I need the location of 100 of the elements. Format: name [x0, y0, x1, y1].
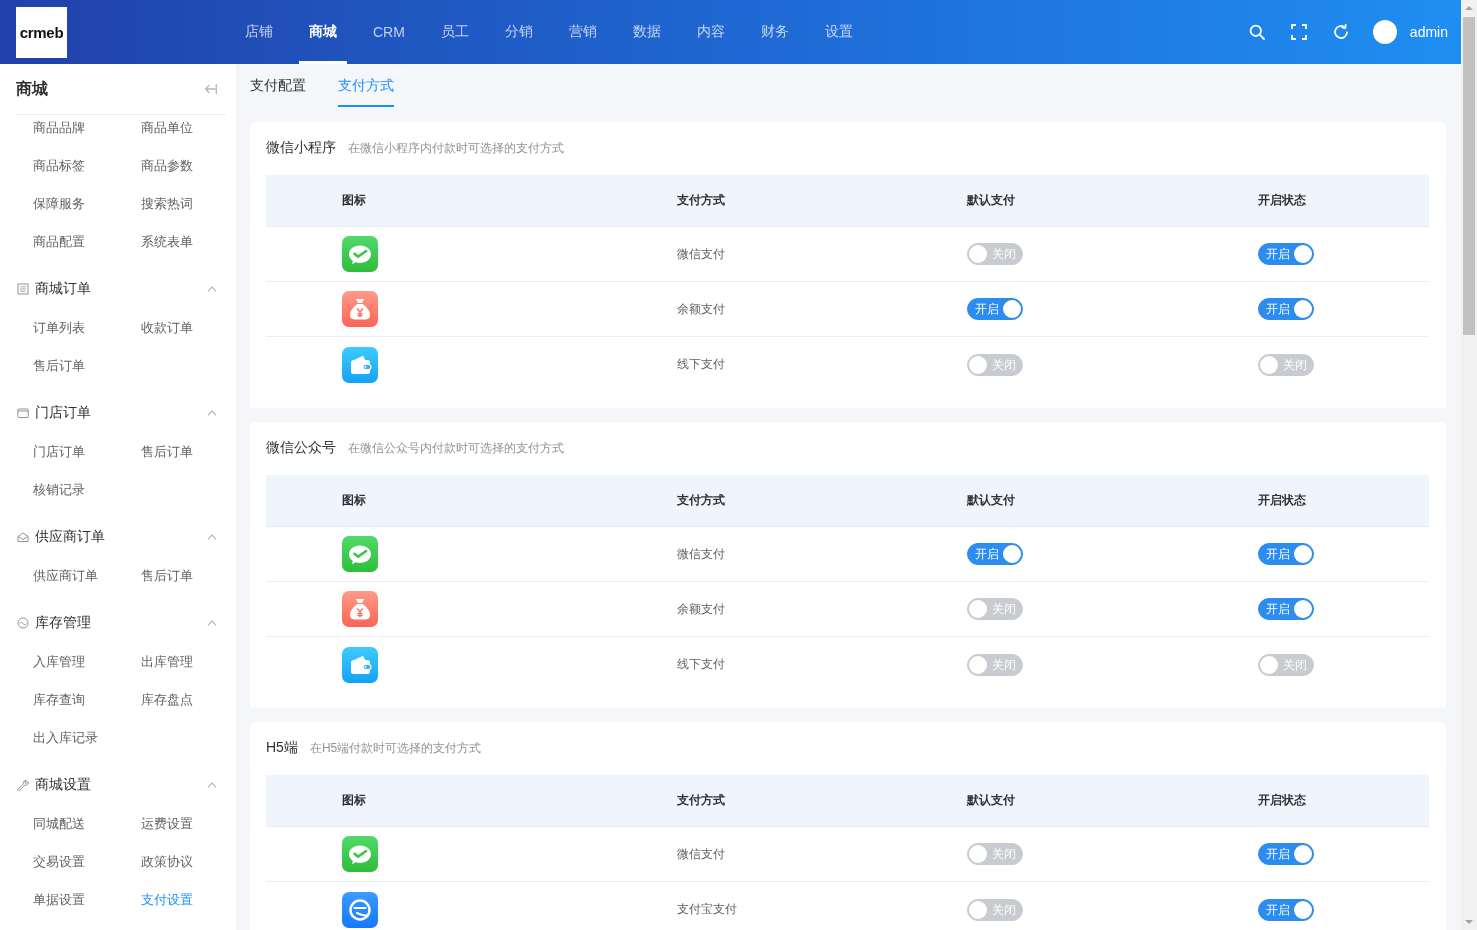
- toggle-switch[interactable]: 开启: [1258, 243, 1314, 265]
- menu-group-title[interactable]: 商城订单: [35, 280, 91, 298]
- toggle-switch[interactable]: 开启: [1258, 898, 1314, 921]
- menu-item[interactable]: 支付设置: [141, 887, 193, 913]
- menu-item[interactable]: 保障服务: [33, 191, 85, 217]
- chat-check-icon: [342, 836, 378, 872]
- menu-item[interactable]: 商品标签: [33, 153, 85, 179]
- fullscreen-icon[interactable]: [1290, 24, 1307, 40]
- section-title: 微信小程序: [266, 139, 336, 157]
- toggle-switch[interactable]: 开启: [1258, 298, 1314, 320]
- avatar-icon[interactable]: [1372, 20, 1397, 44]
- section-title: H5端: [266, 739, 298, 757]
- chevron-up-icon[interactable]: [207, 782, 217, 788]
- list-icon: [17, 283, 29, 295]
- menu-item[interactable]: 出入库记录: [33, 725, 98, 751]
- menu-item[interactable]: 商品品牌: [33, 115, 85, 141]
- search-icon[interactable]: [1248, 24, 1265, 40]
- menu-group-title[interactable]: 门店订单: [35, 404, 91, 422]
- section-description: 在微信公众号内付款时可选择的支付方式: [348, 439, 564, 457]
- logo: crmeb: [16, 6, 67, 58]
- column-header: 默认支付: [967, 792, 1015, 809]
- column-header: 图标: [342, 192, 366, 209]
- payment-method-name: 线下支付: [677, 356, 725, 373]
- column-header: 开启状态: [1258, 192, 1306, 209]
- tab[interactable]: 支付配置: [250, 64, 306, 107]
- menu-item[interactable]: 库存查询: [33, 687, 85, 713]
- payment-method-name: 微信支付: [677, 245, 725, 263]
- section-description: 在微信小程序内付款时可选择的支付方式: [348, 139, 564, 157]
- menu-item[interactable]: 商品配置: [33, 229, 85, 255]
- toggle-switch[interactable]: 开启: [1258, 543, 1314, 565]
- menu-item[interactable]: 售后订单: [141, 439, 193, 465]
- money-bag-icon: [342, 591, 378, 627]
- menu-group-title[interactable]: 库存管理: [35, 614, 91, 632]
- nav-tab[interactable]: 营销: [558, 0, 607, 64]
- section-title: 微信公众号: [266, 439, 336, 457]
- menu-item[interactable]: 收款订单: [141, 315, 193, 341]
- nav-tab[interactable]: CRM: [363, 0, 415, 64]
- toggle-switch[interactable]: 开启: [967, 298, 1023, 320]
- toggle-switch[interactable]: 开启: [1258, 598, 1314, 620]
- menu-item[interactable]: 核销记录: [33, 477, 85, 503]
- toggle-switch[interactable]: 开启: [1258, 843, 1314, 865]
- chevron-up-icon[interactable]: [207, 410, 217, 416]
- window-icon: [17, 407, 29, 419]
- menu-item[interactable]: 门店订单: [33, 439, 85, 465]
- menu-item[interactable]: 搜索热词: [141, 191, 193, 217]
- payment-method-name: 微信支付: [677, 845, 725, 863]
- chat-check-icon: [342, 536, 378, 572]
- column-header: 默认支付: [967, 492, 1015, 509]
- payment-method-name: 支付宝支付: [677, 901, 737, 918]
- chevron-up-icon[interactable]: [207, 286, 217, 292]
- payment-method-name: 余额支付: [677, 300, 725, 318]
- menu-item[interactable]: 商品参数: [141, 153, 193, 179]
- payment-method-name: 余额支付: [677, 600, 725, 618]
- menu-item[interactable]: 订单列表: [33, 315, 85, 341]
- money-bag-icon: [342, 291, 378, 327]
- wallet-icon: [342, 646, 378, 683]
- collapse-icon[interactable]: [204, 83, 217, 95]
- column-header: 开启状态: [1258, 792, 1306, 809]
- menu-item[interactable]: 商品单位: [141, 115, 193, 141]
- column-header: 默认支付: [967, 192, 1015, 209]
- menu-item[interactable]: 售后订单: [141, 563, 193, 589]
- column-header: 图标: [342, 792, 366, 809]
- menu-item[interactable]: 出库管理: [141, 649, 193, 675]
- menu-item[interactable]: 单据设置: [33, 887, 85, 913]
- column-header: 图标: [342, 492, 366, 509]
- column-header: 支付方式: [677, 492, 725, 509]
- nav-tab[interactable]: 店铺: [235, 0, 283, 64]
- menu-item[interactable]: 运费设置: [141, 811, 193, 837]
- menu-item[interactable]: 政策协议: [141, 849, 193, 875]
- menu-item[interactable]: 入库管理: [33, 649, 85, 675]
- menu-item[interactable]: 售后订单: [33, 353, 85, 379]
- payment-method-name: 线下支付: [677, 656, 725, 673]
- menu-group-title[interactable]: 供应商订单: [35, 528, 105, 546]
- refresh-icon[interactable]: [1332, 24, 1349, 40]
- column-header: 支付方式: [677, 192, 725, 209]
- scrollbar[interactable]: [1461, 0, 1477, 930]
- payment-method-name: 微信支付: [677, 545, 725, 563]
- menu-item[interactable]: 供应商订单: [33, 563, 98, 589]
- nav-tab[interactable]: 员工: [430, 0, 479, 64]
- column-header: 开启状态: [1258, 492, 1306, 509]
- wave-circle-icon: [17, 617, 29, 629]
- chevron-up-icon[interactable]: [207, 620, 217, 626]
- toggle-switch[interactable]: 开启: [967, 543, 1023, 565]
- menu-item[interactable]: 系统表单: [141, 229, 193, 255]
- nav-tab[interactable]: 财务: [750, 0, 799, 64]
- nav-tab[interactable]: 分销: [494, 0, 543, 64]
- envelope-icon: [17, 531, 29, 543]
- menu-item[interactable]: 库存盘点: [141, 687, 193, 713]
- user-name[interactable]: admin: [1409, 24, 1448, 40]
- menu-group-title[interactable]: 商城设置: [35, 776, 91, 794]
- nav-tab[interactable]: 设置: [814, 0, 863, 64]
- section-description: 在H5端付款时可选择的支付方式: [309, 739, 482, 757]
- chevron-up-icon[interactable]: [207, 534, 217, 540]
- column-header: 支付方式: [677, 792, 725, 809]
- nav-tab[interactable]: 内容: [686, 0, 735, 64]
- menu-item[interactable]: 同城配送: [33, 811, 85, 837]
- sidebar-title: 商城: [16, 78, 48, 99]
- nav-tab[interactable]: 数据: [622, 0, 671, 64]
- wallet-icon: [342, 346, 378, 383]
- menu-item[interactable]: 交易设置: [33, 849, 85, 875]
